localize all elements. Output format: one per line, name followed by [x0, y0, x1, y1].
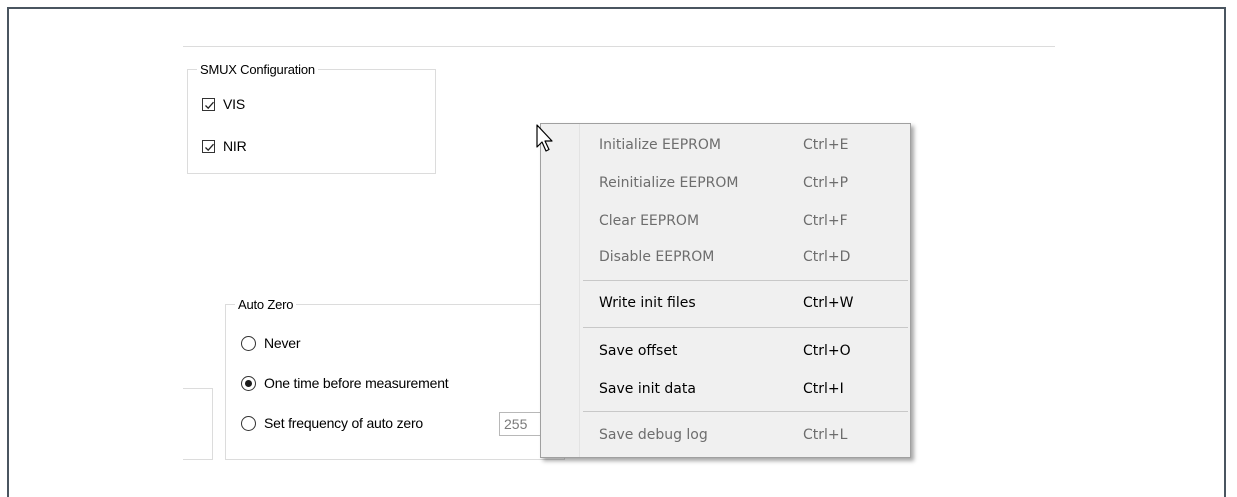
- context-menu: Initialize EEPROM Ctrl+E Reinitialize EE…: [540, 123, 911, 458]
- menu-item-shortcut: Ctrl+D: [803, 249, 851, 265]
- menu-item-label: Reinitialize EEPROM: [599, 175, 739, 191]
- menu-item-shortcut: Ctrl+W: [803, 295, 854, 311]
- top-separator: [183, 46, 1055, 47]
- menu-separator: [583, 280, 908, 281]
- menu-item-label: Clear EEPROM: [599, 213, 700, 229]
- nir-checkbox-row[interactable]: NIR: [202, 138, 247, 154]
- menu-item-shortcut: Ctrl+L: [803, 427, 848, 443]
- auto-zero-group-title: Auto Zero: [238, 297, 294, 312]
- menu-item-shortcut: Ctrl+O: [803, 343, 851, 359]
- check-icon: [205, 101, 214, 109]
- menu-item-clear-eeprom[interactable]: Clear EEPROM Ctrl+F: [599, 208, 899, 234]
- menu-item-save-offset[interactable]: Save offset Ctrl+O: [599, 338, 899, 364]
- nir-label: NIR: [223, 138, 247, 154]
- menu-item-label: Disable EEPROM: [599, 249, 715, 265]
- check-icon: [205, 143, 214, 151]
- radio-one-time-row[interactable]: One time before measurement: [241, 375, 449, 391]
- radio-set-frequency[interactable]: [241, 415, 256, 431]
- radio-set-frequency-row[interactable]: Set frequency of auto zero: [241, 415, 423, 431]
- radio-one-time-label: One time before measurement: [264, 375, 449, 391]
- vis-label: VIS: [223, 96, 245, 112]
- smux-configuration-group: SMUX Configuration: [187, 62, 436, 174]
- menu-item-label: Initialize EEPROM: [599, 137, 722, 153]
- radio-never-row[interactable]: Never: [241, 335, 301, 351]
- smux-group-title: SMUX Configuration: [200, 62, 315, 77]
- menu-item-shortcut: Ctrl+I: [803, 381, 844, 397]
- radio-set-frequency-label: Set frequency of auto zero: [264, 415, 424, 431]
- mouse-pointer-icon: [536, 124, 553, 152]
- vis-checkbox-row[interactable]: VIS: [202, 96, 245, 112]
- nir-checkbox[interactable]: [202, 139, 215, 153]
- menu-item-shortcut: Ctrl+P: [803, 175, 849, 191]
- menu-item-save-debug-log[interactable]: Save debug log Ctrl+L: [599, 422, 899, 448]
- menu-item-label: Write init files: [599, 295, 696, 311]
- radio-never-label: Never: [264, 335, 301, 351]
- menu-item-save-init-data[interactable]: Save init data Ctrl+I: [599, 376, 899, 402]
- menu-item-shortcut: Ctrl+E: [803, 137, 849, 153]
- menu-item-initialize-eeprom[interactable]: Initialize EEPROM Ctrl+E: [599, 132, 899, 158]
- menu-item-write-init-files[interactable]: Write init files Ctrl+W: [599, 290, 899, 316]
- menu-item-shortcut: Ctrl+F: [803, 213, 848, 229]
- vis-checkbox[interactable]: [202, 97, 215, 111]
- radio-never[interactable]: [241, 335, 256, 351]
- menu-separator: [583, 327, 908, 328]
- radio-one-time[interactable]: [241, 375, 256, 391]
- partial-group-box: [183, 388, 213, 460]
- menu-item-label: Save offset: [599, 343, 678, 359]
- menu-item-label: Save debug log: [599, 427, 708, 443]
- menu-separator: [583, 411, 908, 412]
- menu-item-reinitialize-eeprom[interactable]: Reinitialize EEPROM Ctrl+P: [599, 170, 899, 196]
- menu-item-label: Save init data: [599, 381, 696, 397]
- menu-gutter: [579, 124, 580, 457]
- menu-item-disable-eeprom[interactable]: Disable EEPROM Ctrl+D: [599, 244, 899, 270]
